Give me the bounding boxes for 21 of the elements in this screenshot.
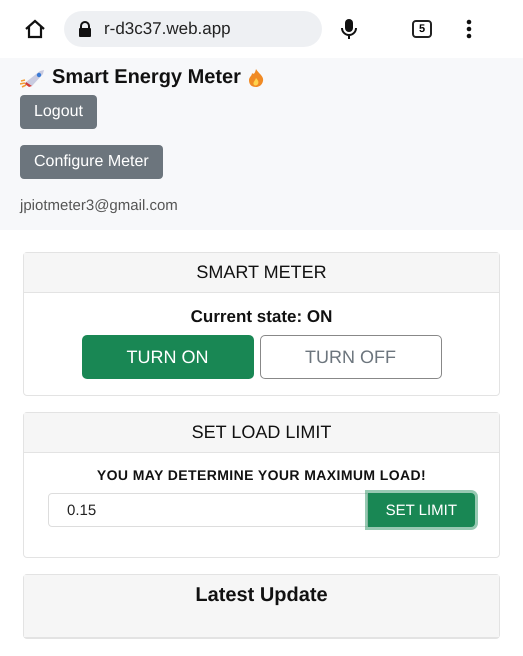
- set-limit-button[interactable]: SET LIMIT: [368, 493, 475, 527]
- address-bar[interactable]: r-d3c37.web.app: [64, 11, 322, 47]
- menu-icon[interactable]: [466, 19, 472, 39]
- limit-input[interactable]: 0.15: [48, 493, 368, 527]
- logout-button[interactable]: Logout: [20, 95, 97, 129]
- user-email: jpiotmeter3@gmail.com: [20, 197, 178, 214]
- lock-icon: [78, 21, 92, 37]
- card-title: SMART METER: [24, 253, 499, 293]
- limit-prompt: YOU MAY DETERMINE YOUR MAXIMUM LOAD!: [96, 467, 426, 483]
- card-title: SET LOAD LIMIT: [24, 413, 499, 453]
- turn-on-button[interactable]: TURN ON: [82, 335, 254, 379]
- home-icon[interactable]: [24, 19, 46, 39]
- turn-off-button[interactable]: TURN OFF: [260, 335, 442, 379]
- configure-button[interactable]: Configure Meter: [20, 145, 163, 179]
- rocket-icon: [20, 68, 46, 88]
- fire-icon: [246, 68, 265, 88]
- card-title: Latest Update: [24, 575, 499, 638]
- app-title: Smart Energy Meter: [52, 66, 241, 89]
- microphone-icon[interactable]: [340, 18, 358, 40]
- tab-count[interactable]: 5: [412, 20, 432, 38]
- state-text: Current state: ON: [190, 307, 332, 327]
